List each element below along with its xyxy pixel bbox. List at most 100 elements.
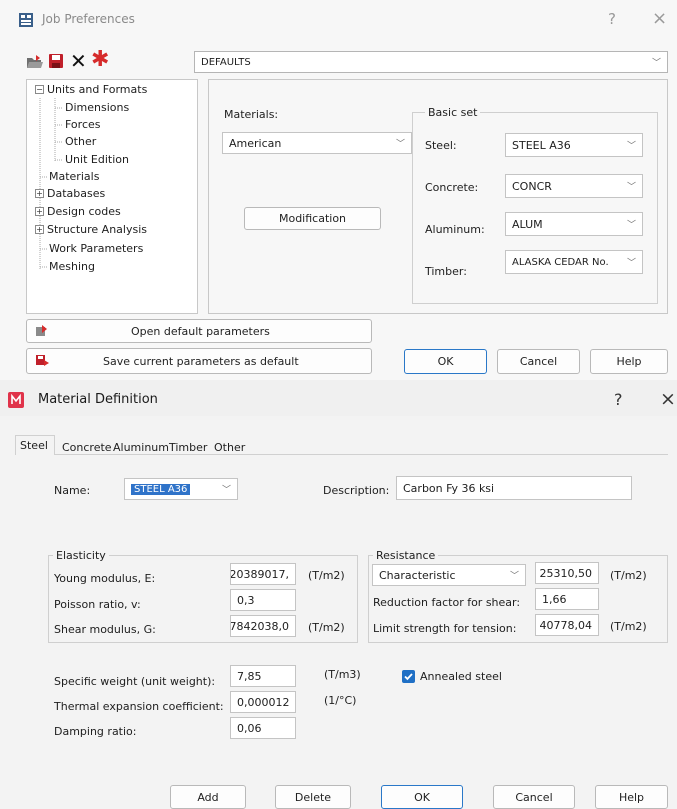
job-prefs-app-icon	[18, 12, 34, 28]
preset-select[interactable]: DEFAULTS ﹀	[194, 51, 668, 73]
tree-item-meshing[interactable]: Meshing	[49, 260, 95, 273]
tree-item-dimensions[interactable]: Dimensions	[65, 101, 129, 114]
shear-modulus-field[interactable]: 7842038,0	[230, 615, 296, 637]
young-modulus-label: Young modulus, E:	[54, 572, 156, 585]
material-dialog-app-icon	[8, 392, 24, 408]
young-modulus-unit: (T/m2)	[308, 569, 345, 582]
add-button[interactable]: Add	[170, 785, 246, 809]
open-folder-icon[interactable]	[26, 54, 44, 70]
materials-settings-panel: Materials: American ﹀ Modification Basic…	[208, 79, 668, 314]
timber-select-value: ALASKA CEDAR No.	[512, 256, 609, 268]
job-preferences-window: Job Preferences ? × ✕ ✱ DEFAULTS ﹀ − Uni…	[0, 0, 677, 380]
tree-item-other[interactable]: Other	[65, 135, 96, 148]
delete-button[interactable]: Delete	[275, 785, 351, 809]
expand-icon[interactable]: +	[35, 189, 44, 198]
tab-strip-baseline	[16, 454, 668, 455]
open-default-parameters-button[interactable]: Open default parameters	[26, 319, 372, 343]
characteristic-select[interactable]: Characteristic ﹀	[372, 564, 526, 586]
tree-item-design-codes[interactable]: + Design codes	[35, 205, 121, 218]
open-defaults-icon	[35, 324, 51, 341]
job-prefs-ok-button[interactable]: OK	[404, 349, 487, 374]
damping-ratio-label: Damping ratio:	[54, 725, 137, 738]
aluminum-select-value: ALUM	[512, 217, 543, 231]
characteristic-select-value: Characteristic	[379, 568, 456, 582]
thermal-expansion-field[interactable]: 0,000012	[230, 691, 296, 713]
name-select[interactable]: STEEL A36 ﹀	[124, 478, 238, 500]
resistance-value-field[interactable]: 25310,50	[535, 562, 599, 584]
job-prefs-cancel-button[interactable]: Cancel	[497, 349, 580, 374]
save-disk-icon[interactable]	[48, 53, 64, 69]
name-label: Name:	[54, 484, 91, 497]
poisson-ratio-field[interactable]: 0,3	[230, 589, 296, 611]
tree-item-work-parameters[interactable]: Work Parameters	[49, 242, 143, 255]
chevron-down-icon: ﹀	[626, 258, 636, 269]
description-field[interactable]: Carbon Fy 36 ksi	[396, 476, 632, 500]
shear-modulus-unit: (T/m2)	[308, 621, 345, 634]
tab-steel[interactable]: Steel	[20, 439, 48, 452]
tree-item-unit-edition[interactable]: Unit Edition	[65, 153, 129, 166]
materials-select-value: American	[229, 136, 282, 150]
steel-label: Steel:	[425, 139, 457, 152]
aluminum-select[interactable]: ALUM ﹀	[505, 212, 643, 236]
reduction-factor-label: Reduction factor for shear:	[373, 596, 521, 609]
material-ok-button[interactable]: OK	[381, 785, 463, 809]
material-definition-window: Material Definition ? × Steel Concrete A…	[0, 380, 677, 809]
timber-select[interactable]: ALASKA CEDAR No. ﹀	[505, 250, 643, 274]
chevron-down-icon: ﹀	[626, 141, 636, 152]
save-current-parameters-label: Save current parameters as default	[103, 354, 299, 368]
material-dialog-close-icon[interactable]: ×	[660, 388, 676, 410]
thermal-expansion-label: Thermal expansion coefficient:	[54, 700, 224, 713]
materials-label: Materials:	[224, 108, 279, 121]
expand-icon[interactable]: +	[35, 225, 44, 234]
asterisk-reset-icon[interactable]: ✱	[91, 49, 109, 71]
damping-ratio-field[interactable]: 0,06	[230, 717, 296, 739]
job-prefs-help-button[interactable]: Help	[590, 349, 668, 374]
tree-item-structure-analysis[interactable]: + Structure Analysis	[35, 223, 147, 236]
material-cancel-button[interactable]: Cancel	[493, 785, 575, 809]
materials-select[interactable]: American ﹀	[222, 132, 412, 154]
young-modulus-field[interactable]: 20389017,	[230, 563, 296, 585]
concrete-select[interactable]: CONCR ﹀	[505, 174, 643, 198]
preset-select-value: DEFAULTS	[201, 56, 251, 68]
tree-item-units-and-formats[interactable]: − Units and Formats	[35, 83, 147, 96]
elasticity-title: Elasticity	[53, 549, 109, 562]
limit-strength-field[interactable]: 40778,04	[535, 614, 599, 636]
modification-button[interactable]: Modification	[244, 207, 381, 230]
tree-item-materials[interactable]: Materials	[49, 170, 99, 183]
chevron-down-icon: ﹀	[221, 485, 231, 496]
save-current-parameters-button[interactable]: Save current parameters as default	[26, 348, 372, 374]
delete-x-icon[interactable]: ✕	[70, 51, 87, 71]
material-dialog-title: Material Definition	[38, 392, 158, 407]
tree-item-forces[interactable]: Forces	[65, 118, 101, 131]
tree-item-databases[interactable]: + Databases	[35, 187, 105, 200]
aluminum-label: Aluminum:	[425, 223, 485, 236]
material-dialog-help-icon[interactable]: ?	[614, 390, 623, 409]
resistance-title: Resistance	[373, 549, 439, 562]
specific-weight-field[interactable]: 7,85	[230, 665, 296, 687]
specific-weight-label: Specific weight (unit weight):	[54, 675, 216, 688]
limit-strength-unit: (T/m2)	[610, 620, 647, 633]
chevron-down-icon: ﹀	[651, 58, 661, 69]
settings-tree: − Units and Formats Dimensions Forces Oth…	[26, 79, 198, 314]
save-defaults-icon	[35, 354, 51, 371]
tab-aluminum[interactable]: Aluminum	[113, 441, 169, 454]
chevron-down-icon: ﹀	[509, 571, 519, 582]
expand-icon[interactable]: +	[35, 207, 44, 216]
tab-timber[interactable]: Timber	[169, 441, 207, 454]
job-prefs-help-icon[interactable]: ?	[608, 10, 616, 28]
reduction-factor-field[interactable]: 1,66	[535, 588, 599, 610]
steel-select-value: STEEL A36	[512, 138, 571, 152]
job-prefs-close-icon[interactable]: ×	[652, 8, 667, 29]
material-help-button[interactable]: Help	[595, 785, 668, 809]
limit-strength-label: Limit strength for tension:	[373, 622, 517, 635]
concrete-select-value: CONCR	[512, 179, 552, 193]
tab-concrete[interactable]: Concrete	[62, 441, 112, 454]
chevron-down-icon: ﹀	[626, 220, 636, 231]
basic-set-title: Basic set	[425, 106, 481, 119]
tab-other[interactable]: Other	[214, 441, 245, 454]
steel-select[interactable]: STEEL A36 ﹀	[505, 133, 643, 157]
annealed-steel-checkbox[interactable]	[402, 670, 415, 683]
annealed-steel-label[interactable]: Annealed steel	[420, 670, 502, 683]
collapse-icon[interactable]: −	[35, 85, 44, 94]
name-select-value: STEEL A36	[131, 483, 191, 495]
